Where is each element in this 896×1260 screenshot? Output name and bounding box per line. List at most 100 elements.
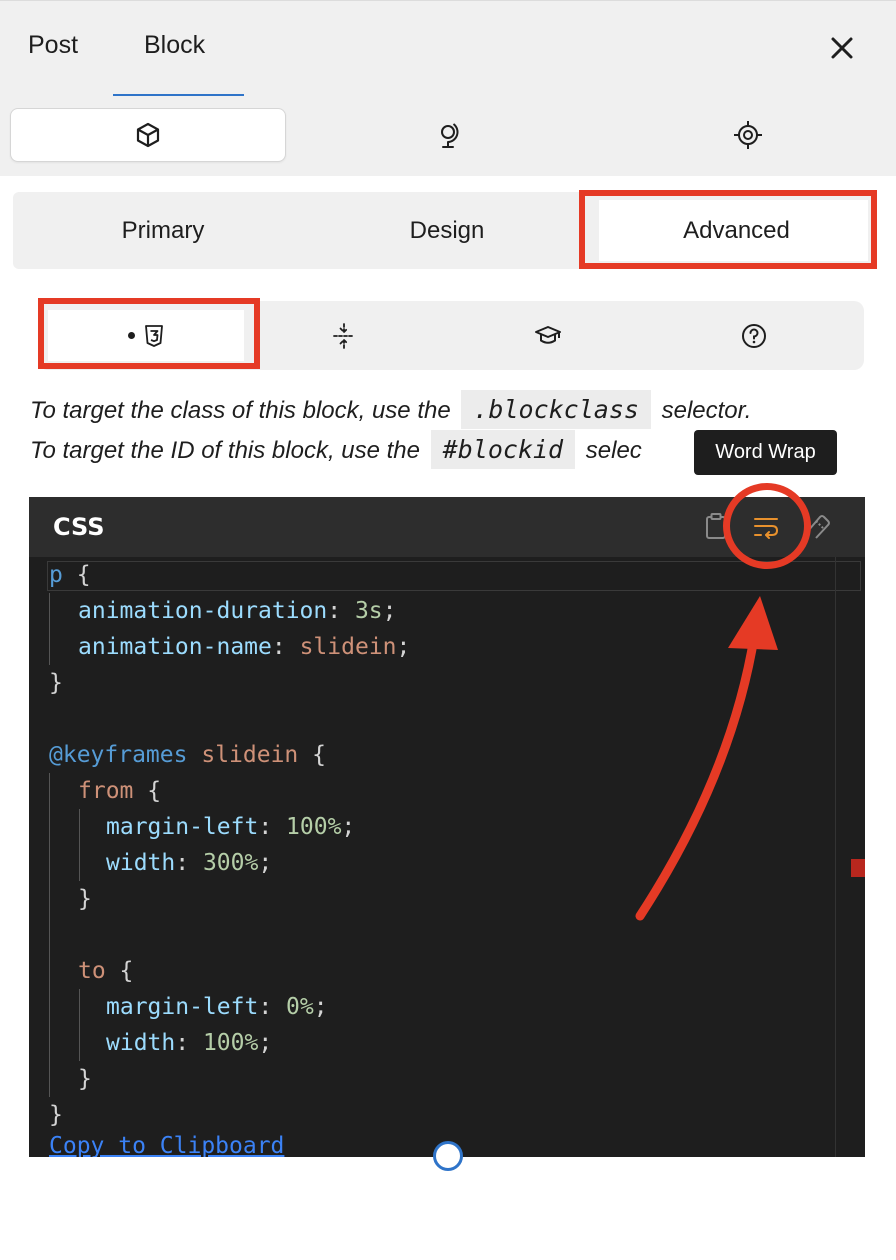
- blockclass-code: .blockclass: [461, 390, 651, 429]
- tab-block[interactable]: Block: [144, 31, 205, 60]
- code-token: {: [105, 958, 134, 984]
- code-token: ;: [341, 814, 356, 840]
- globe-stand-icon: [441, 123, 459, 148]
- code-token: {: [133, 778, 162, 804]
- copy-to-clipboard-link[interactable]: Copy to Clipboard: [49, 1133, 284, 1159]
- code-line-15: }: [78, 1061, 92, 1097]
- code-token: ;: [258, 1030, 273, 1056]
- clear-button[interactable]: [803, 511, 833, 541]
- copy-button[interactable]: [701, 511, 731, 541]
- code-token: margin-left: [106, 994, 259, 1020]
- code-token: animation-duration: [78, 598, 328, 624]
- tab-learn[interactable]: [448, 301, 648, 370]
- scrollbar-marker: [851, 859, 865, 877]
- tab-advanced[interactable]: Advanced: [597, 192, 876, 269]
- code-line-9: width: 300%;: [106, 845, 272, 881]
- tab-custom-css[interactable]: [48, 301, 244, 370]
- current-line-highlight: [47, 561, 861, 591]
- code-token: {: [298, 742, 326, 768]
- tab-design[interactable]: Design: [313, 192, 581, 269]
- code-line-6: @keyframes slidein {: [49, 737, 326, 773]
- code-token: 100%: [202, 1030, 259, 1056]
- code-token: }: [49, 1102, 63, 1128]
- indent-guide: [79, 989, 80, 1061]
- tab-spacing[interactable]: [244, 301, 444, 370]
- close-button[interactable]: [826, 31, 858, 65]
- tab-global-styles[interactable]: [310, 108, 586, 162]
- word-wrap-button[interactable]: [751, 511, 781, 541]
- code-token: width: [106, 1030, 176, 1056]
- code-line-8: margin-left: 100%;: [106, 809, 355, 845]
- code-token: ;: [396, 634, 411, 660]
- sidebar-header: Post Block: [0, 0, 896, 97]
- code-token: :: [327, 598, 355, 624]
- close-icon: [831, 37, 853, 59]
- eraser-icon: [807, 515, 830, 539]
- code-token: slidein: [299, 634, 397, 660]
- blockid-code: #blockid: [430, 430, 576, 469]
- code-token: 3s: [354, 598, 383, 624]
- code-token: width: [106, 850, 176, 876]
- code-area[interactable]: p { animation-duration: 3s; animation-na…: [29, 557, 865, 1157]
- code-token: from: [78, 778, 134, 804]
- code-token: }: [78, 1066, 92, 1092]
- help-text: selec: [585, 437, 642, 464]
- code-token: 0%: [286, 994, 314, 1020]
- css-editor: CSS p { animation-duration: 3s; animatio…: [29, 497, 865, 1157]
- tab-post[interactable]: Post: [28, 31, 78, 60]
- editor-toolbar: CSS: [29, 497, 865, 557]
- word-wrap-icon: [754, 518, 779, 539]
- word-wrap-tooltip: Word Wrap: [694, 430, 837, 475]
- tab-advanced-label: Advanced: [683, 216, 790, 244]
- advanced-sub-tabs: [38, 301, 864, 370]
- help-text: To target the ID of this block, use the: [30, 437, 420, 464]
- code-line-12: to {: [78, 953, 133, 989]
- code-token: :: [175, 1030, 203, 1056]
- code-token: {: [62, 562, 91, 588]
- code-token: :: [271, 634, 300, 660]
- code-token: :: [175, 850, 203, 876]
- indent-guide: [79, 809, 80, 881]
- tab-block-settings[interactable]: [10, 108, 286, 162]
- code-token: :: [258, 814, 287, 840]
- code-token: animation-name: [78, 634, 272, 660]
- graduation-cap-icon: [535, 325, 561, 344]
- cube-icon: [136, 122, 160, 148]
- code-line-2: animation-duration: 3s;: [78, 593, 397, 629]
- code-token: }: [78, 886, 92, 912]
- code-token: ;: [313, 994, 328, 1020]
- editor-title: CSS: [53, 513, 105, 541]
- compress-icon: [333, 322, 355, 349]
- help-circle-icon: [742, 323, 766, 348]
- clipboard-icon: [706, 513, 726, 539]
- code-line-7: from {: [78, 773, 161, 809]
- code-token: 100%: [286, 814, 342, 840]
- code-line-10: }: [78, 881, 92, 917]
- resize-handle[interactable]: [433, 1141, 463, 1171]
- target-icon: [734, 121, 762, 149]
- block-settings-icon-tabs: [0, 96, 896, 176]
- indent-guide: [49, 593, 50, 665]
- code-token: slidein: [201, 742, 299, 768]
- editor-scrollbar[interactable]: [835, 557, 865, 1157]
- settings-segment-tabs: Primary Design Advanced: [13, 192, 876, 269]
- code-token: }: [49, 670, 63, 696]
- code-line-14: width: 100%;: [106, 1025, 272, 1061]
- code-token: ;: [382, 598, 397, 624]
- modified-dot: [127, 332, 135, 339]
- tab-target[interactable]: [610, 108, 886, 162]
- code-token: margin-left: [106, 814, 259, 840]
- code-line-13: margin-left: 0%;: [106, 989, 328, 1025]
- help-line-class: To target the class of this block, use t…: [30, 390, 870, 430]
- code-line-16: }: [49, 1097, 63, 1133]
- code-token: ;: [258, 850, 273, 876]
- indent-guide: [49, 773, 50, 1097]
- tab-primary[interactable]: Primary: [13, 192, 313, 269]
- css3-icon: [144, 324, 163, 347]
- help-text: selector.: [661, 397, 752, 424]
- page-bottom: [0, 1157, 896, 1260]
- code-line-3: animation-name: slidein;: [78, 629, 410, 665]
- code-token: p: [49, 562, 63, 588]
- tab-help[interactable]: [654, 301, 854, 370]
- code-line-1: p {: [49, 557, 91, 593]
